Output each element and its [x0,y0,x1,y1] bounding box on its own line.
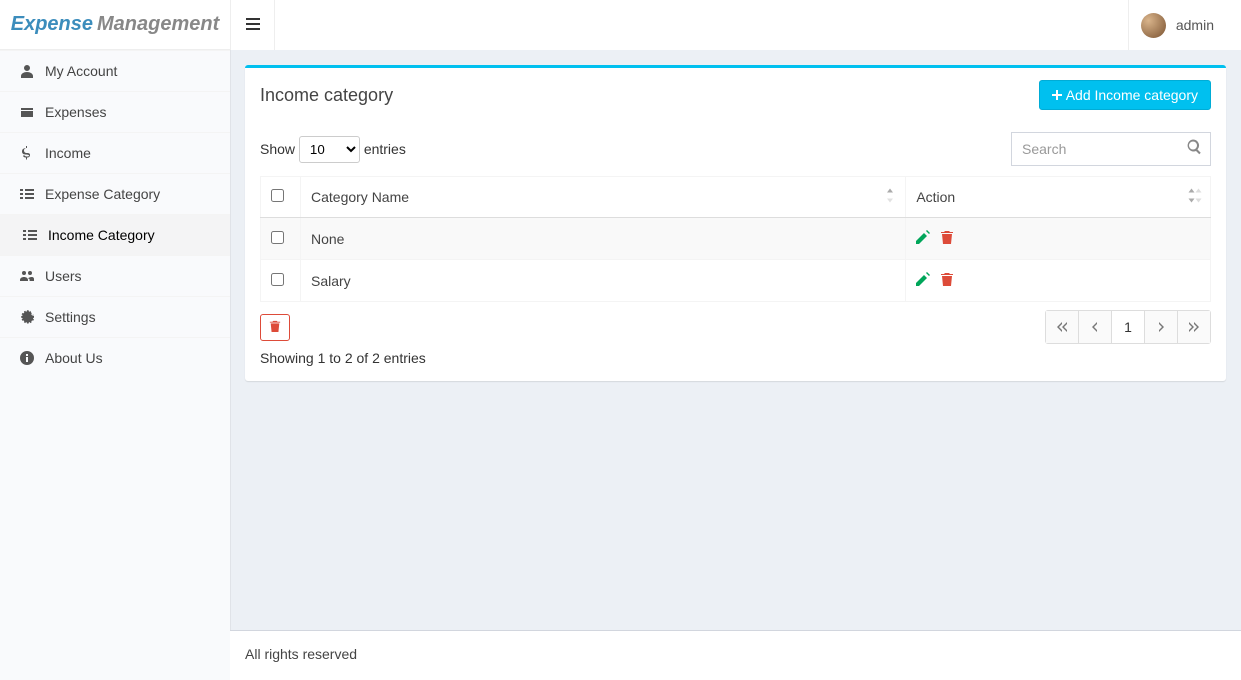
sidebar-item-label: About Us [45,350,103,366]
search-icon [1187,140,1203,159]
select-all-checkbox[interactable] [271,189,284,202]
avatar [1141,13,1166,38]
sidebar-item-my-account[interactable]: My Account [0,50,230,91]
users-icon [15,269,39,283]
list-icon [18,228,42,242]
brand-part1: Expense [11,13,93,36]
dollar-icon [15,146,39,160]
income-category-table: Category Name Action None [260,176,1211,302]
sidebar-item-label: Expenses [45,104,106,120]
sidebar-item-label: Income [45,145,91,161]
main-footer: All rights reserved [230,630,1241,680]
angle-double-left-icon [1057,319,1067,335]
cell-category-name: Salary [311,273,351,289]
delete-button[interactable] [940,272,954,289]
table-info: Showing 1 to 2 of 2 entries [260,350,1211,366]
user-menu[interactable]: admin [1129,0,1226,50]
sidebar-item-label: Income Category [48,227,155,243]
sort-icon [1188,189,1202,206]
credit-card-icon [15,105,39,119]
edit-button[interactable] [916,230,930,247]
angle-left-icon [1090,319,1100,335]
content-wrapper: Income category Add Income category Show… [230,50,1241,630]
sidebar-toggle-button[interactable] [231,0,275,50]
top-navbar: admin [230,0,1241,50]
plus-icon [1052,87,1066,103]
add-income-category-button[interactable]: Add Income category [1039,80,1211,110]
main-header: Expense Management admin [0,0,1241,50]
sidebar-item-expenses[interactable]: Expenses [0,91,230,132]
pagination: 1 [1046,310,1211,344]
col-category-name[interactable]: Category Name [301,177,906,218]
user-icon [15,64,39,78]
row-checkbox[interactable] [271,273,284,286]
cogs-icon [15,310,39,324]
brand-logo[interactable]: Expense Management [0,0,230,50]
main-box: Income category Add Income category Show… [245,65,1226,381]
username-label: admin [1176,17,1214,33]
sidebar-item-income[interactable]: Income [0,132,230,173]
page-prev-button[interactable] [1079,311,1111,343]
footer-text: All rights reserved [245,646,357,662]
sidebar-item-settings[interactable]: Settings [0,296,230,337]
table-row: None [261,218,1211,260]
sort-asc-icon [883,189,897,206]
show-label: Show [260,141,295,157]
col-header-label: Action [916,189,955,205]
info-icon [15,351,39,365]
angle-double-right-icon [1189,319,1199,335]
sidebar-item-label: My Account [45,63,117,79]
sidebar-item-label: Users [45,268,82,284]
page-title: Income category [260,85,393,106]
pencil-icon [916,273,930,289]
sidebar-item-income-category[interactable]: Income Category [0,214,230,255]
col-select-all [261,177,301,218]
sidebar-item-label: Expense Category [45,186,160,202]
row-checkbox[interactable] [271,231,284,244]
delete-selected-button[interactable] [260,314,290,341]
angle-right-icon [1156,319,1166,335]
sidebar-item-about-us[interactable]: About Us [0,337,230,378]
page-next-button[interactable] [1145,311,1177,343]
page-first-button[interactable] [1046,311,1078,343]
trash-icon [269,320,281,335]
cell-category-name: None [311,231,344,247]
page-number-label: 1 [1124,319,1132,335]
entries-select[interactable]: 10 [299,136,360,163]
list-icon [15,187,39,201]
entries-length-control: Show 10 entries [260,136,406,163]
box-header: Income category Add Income category [245,68,1226,122]
col-header-label: Category Name [311,189,409,205]
page-last-button[interactable] [1178,311,1210,343]
page-number-button[interactable]: 1 [1112,311,1144,343]
sidebar-item-expense-category[interactable]: Expense Category [0,173,230,214]
trash-icon [940,231,954,247]
bars-icon [246,17,260,34]
sidebar-item-label: Settings [45,309,96,325]
edit-button[interactable] [916,272,930,289]
search-input[interactable] [1011,132,1211,166]
trash-icon [940,273,954,289]
col-action[interactable]: Action [906,177,1211,218]
brand-part2: Management [97,13,219,36]
add-button-label: Add Income category [1066,87,1198,103]
main-sidebar: My Account Expenses Income Expense Categ… [0,50,230,680]
delete-button[interactable] [940,230,954,247]
pencil-icon [916,231,930,247]
entries-label: entries [364,141,406,157]
sidebar-menu: My Account Expenses Income Expense Categ… [0,50,230,378]
sidebar-item-users[interactable]: Users [0,255,230,296]
table-row: Salary [261,260,1211,302]
